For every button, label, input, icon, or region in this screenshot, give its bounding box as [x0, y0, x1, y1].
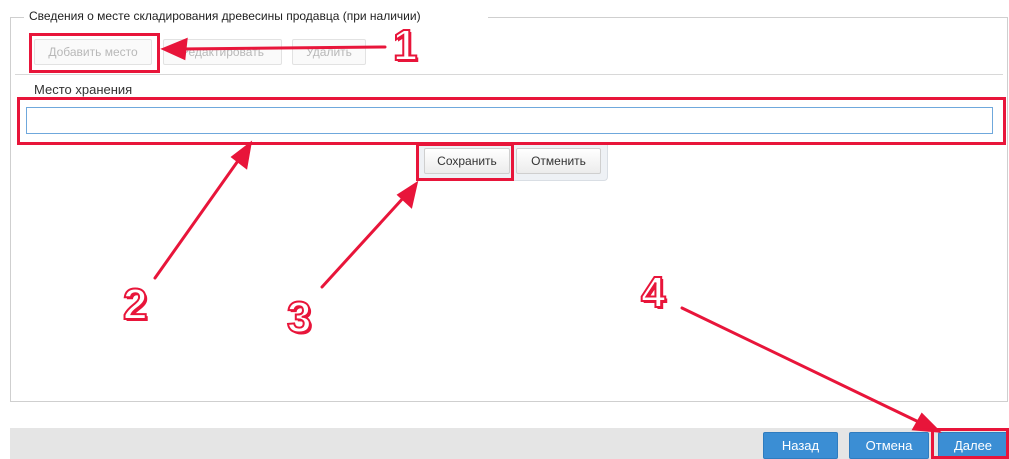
step-1-label: 1 [392, 21, 419, 70]
arrow-1-head [160, 37, 188, 61]
arrow-4-head [911, 412, 942, 433]
annotation-arrows [153, 37, 942, 433]
step-3-label: 3 [286, 293, 313, 342]
step-2-label: 2 [122, 280, 149, 329]
arrow-4-shaft [680, 306, 927, 427]
step-4-label: 4 [640, 268, 667, 317]
arrow-2-shaft [153, 156, 242, 280]
arrow-3-head [396, 180, 419, 209]
arrow-1-shaft [178, 45, 387, 51]
arrow-3-shaft [320, 194, 407, 289]
